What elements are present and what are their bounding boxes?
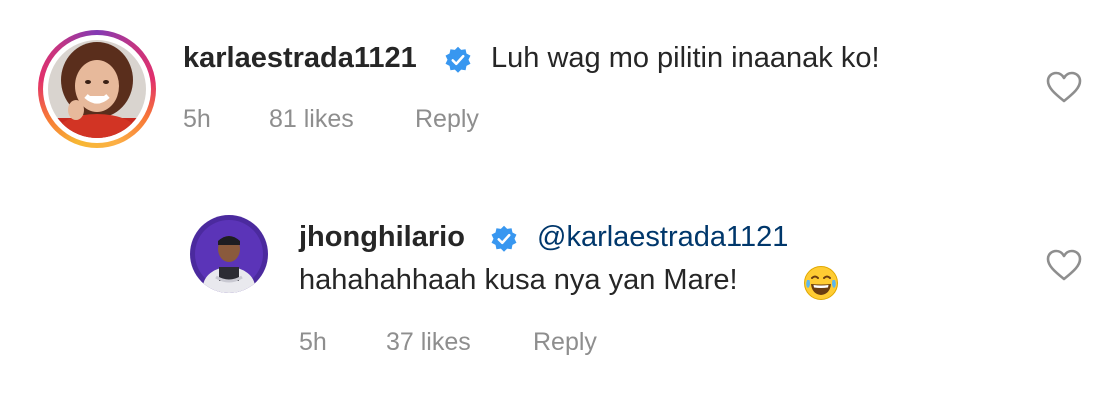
verified-badge-icon <box>445 46 471 73</box>
comment-thread: karlaestrada1121 Luh wag mo pilitin inaa… <box>0 0 1120 407</box>
avatar[interactable] <box>190 215 268 293</box>
comment-text: hahahahhaah kusa nya yan Mare! <box>299 264 738 296</box>
avatar[interactable] <box>38 30 156 148</box>
comment-username[interactable]: karlaestrada1121 <box>183 42 417 75</box>
comment-likes[interactable]: 37 likes <box>386 328 471 357</box>
comment-text: Luh wag mo pilitin inaanak ko! <box>491 42 880 74</box>
tears-of-joy-emoji <box>804 266 838 300</box>
mention-link[interactable]: @karlaestrada1121 <box>537 221 788 254</box>
reply-button[interactable]: Reply <box>533 328 597 357</box>
comment-likes[interactable]: 81 likes <box>269 105 354 134</box>
avatar-photo <box>190 215 268 293</box>
reply-button[interactable]: Reply <box>415 105 479 134</box>
verified-badge-icon <box>491 225 517 252</box>
avatar-photo <box>48 40 146 138</box>
comment-time: 5h <box>299 328 327 356</box>
comment-time: 5h <box>183 105 211 133</box>
comment-username[interactable]: jhonghilario <box>299 221 465 254</box>
heart-outline-icon[interactable] <box>1046 249 1082 281</box>
heart-outline-icon[interactable] <box>1046 71 1082 103</box>
